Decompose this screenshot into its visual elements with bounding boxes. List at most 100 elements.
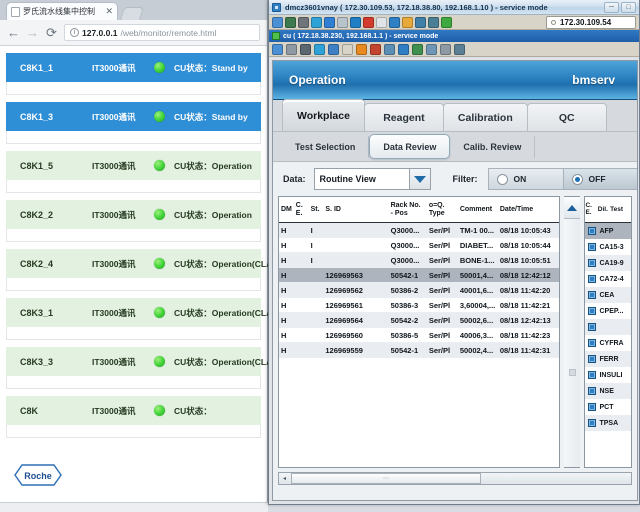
settings-icon[interactable] (428, 16, 439, 28)
transfer-icon[interactable] (376, 16, 387, 28)
monitor-item[interactable]: C8K1_5 IT3000通讯 CU状态：Operation (6, 151, 261, 193)
list-item[interactable]: INSULI (585, 367, 631, 383)
filter-off-radio[interactable]: OFF (563, 168, 637, 190)
table-row[interactable]: H 126969562 50386-2 Ser/Pl 40001,6... 08… (279, 283, 560, 298)
layout-icon[interactable] (286, 43, 297, 55)
list-item[interactable]: CPEP... (585, 303, 631, 319)
list-item[interactable]: CYFRA (585, 335, 631, 351)
minimize-button[interactable]: ─ (604, 1, 619, 13)
close-icon[interactable]: ✕ (105, 7, 113, 16)
upload-icon[interactable] (426, 43, 437, 55)
scrollbar-thumb[interactable]: ⋯ (291, 473, 481, 484)
tab-qc[interactable]: QC (526, 103, 607, 131)
col-comment[interactable]: Comment (458, 197, 498, 222)
monitor-item[interactable]: C8K3_1 IT3000通讯 CU状态：Operation(CLAS) (6, 298, 281, 340)
window-icon[interactable] (342, 43, 353, 55)
data-view-select[interactable]: Routine View (313, 168, 431, 190)
col-ce[interactable]: C. E. (585, 202, 597, 216)
chevron-up-icon[interactable] (564, 197, 581, 219)
refresh-icon[interactable] (314, 43, 325, 55)
screen-icon[interactable] (398, 43, 409, 55)
send-key-icon[interactable] (337, 16, 348, 28)
stop-icon[interactable] (363, 16, 374, 28)
site-info-icon[interactable]: i (70, 28, 79, 37)
col-rack-pos[interactable]: Rack No. - Pos (389, 197, 427, 222)
ctrl-alt-del-icon[interactable] (324, 16, 335, 28)
table-row[interactable]: H 126969563 50542-1 Ser/Pl 50001,4... 08… (279, 268, 560, 283)
table-row[interactable]: H 126969564 50542-2 Ser/Pl 50002,6... 08… (279, 313, 560, 328)
monitor-item[interactable]: C8K2_4 IT3000通讯 CU状态：Operation(CLAS) (6, 249, 281, 291)
table-row[interactable]: H 126969559 50542-1 Ser/Pl 50002,4... 08… (279, 343, 560, 358)
chat-icon[interactable] (441, 16, 452, 28)
monitor-item[interactable]: C8K1_3 IT3000通讯 CU状态：Stand by (6, 102, 261, 144)
list-item[interactable]: TPSA (585, 415, 631, 431)
pointer-icon[interactable] (412, 43, 423, 55)
col-date-time[interactable]: Date/Time (498, 197, 560, 222)
info-icon[interactable] (350, 16, 361, 28)
col-q-type[interactable]: o=Q. Type (427, 197, 458, 222)
monitor-item[interactable]: C8K IT3000通讯 CU状态： (6, 396, 261, 438)
table-vertical-scrollbar[interactable] (564, 196, 581, 468)
table-row[interactable]: H I Q3000... Ser/Pl BONE-1... 08/18 10:0… (279, 253, 560, 268)
vnc-address-field[interactable]: 172.30.109.54 (546, 15, 636, 29)
tab-reagent[interactable]: Reagent (363, 103, 444, 131)
screen-icon[interactable] (389, 16, 400, 28)
monitor-item[interactable]: C8K2_2 IT3000通讯 CU状态：Operation (6, 200, 261, 242)
network-icon[interactable] (370, 43, 381, 55)
table-row[interactable]: H 126969561 50386-3 Ser/Pl 3,60004,... 0… (279, 298, 560, 313)
forward-icon[interactable]: → (26, 26, 39, 39)
scrollbar-grip[interactable] (568, 369, 576, 376)
key-icon[interactable] (328, 43, 339, 55)
col-test[interactable]: Test (610, 206, 631, 213)
list-item[interactable]: FERR (585, 351, 631, 367)
subtab-data-review[interactable]: Data Review (369, 134, 451, 159)
table-row[interactable]: H I Q3000... Ser/Pl TM-1 00... 08/18 10:… (279, 223, 560, 238)
fullscreen-icon[interactable] (285, 16, 296, 28)
scale-icon[interactable] (415, 16, 426, 28)
table-row[interactable]: H 126969560 50386-5 Ser/Pl 40006,3... 08… (279, 328, 560, 343)
list-item[interactable]: CEA (585, 287, 631, 303)
list-item[interactable]: CA15-3 (585, 239, 631, 255)
list-item[interactable]: CA19-9 (585, 255, 631, 271)
new-tab-button[interactable] (120, 7, 144, 20)
scroll-left-icon[interactable]: ◂ (279, 473, 290, 484)
connect-icon[interactable] (272, 43, 283, 55)
address-bar[interactable]: i 127.0.0.1/web/monitor/remote.html (64, 24, 260, 41)
col-dil[interactable]: Dil. (598, 206, 610, 213)
tab-workplace[interactable]: Workplace (282, 99, 365, 131)
scrollbar-track[interactable] (564, 219, 581, 467)
browser-tab[interactable]: 罗氏流水线集中控制 ✕ (6, 2, 118, 20)
list-item[interactable]: PCT (585, 399, 631, 415)
alert-icon[interactable] (356, 43, 367, 55)
monitor-item[interactable]: C8K1_1 IT3000通讯 CU状态：Stand by (6, 53, 261, 95)
fullscreen-icon[interactable] (384, 43, 395, 55)
list-item[interactable]: NSE (585, 383, 631, 399)
chevron-down-icon[interactable] (409, 168, 431, 190)
vnc-titlebar[interactable]: dmcz3601vnay ( 172.30.109.53, 172.18.38.… (269, 0, 639, 15)
vnc-inner-titlebar[interactable]: cu ( 172.18.38.230, 192.168.1.1 ) - serv… (269, 30, 639, 42)
frame-icon[interactable] (440, 43, 451, 55)
filter-on-radio[interactable]: ON (487, 168, 564, 190)
col-dm[interactable]: DM (279, 197, 294, 222)
subtab-test-selection[interactable]: Test Selection (282, 135, 370, 158)
col-sample-id[interactable]: S. ID (323, 197, 388, 222)
reload-icon[interactable]: ⟳ (45, 26, 58, 39)
window-icon[interactable] (402, 16, 413, 28)
col-ce[interactable]: C. E. (294, 197, 309, 222)
maximize-button[interactable]: □ (621, 1, 636, 13)
monitor-item[interactable]: C8K3_3 IT3000通讯 CU状态：Operation(CLAS) (6, 347, 281, 389)
subtab-calib-review[interactable]: Calib. Review (450, 135, 536, 158)
tab-calibration[interactable]: Calibration (442, 103, 528, 131)
list-item[interactable]: AFP (585, 223, 631, 239)
back-icon[interactable]: ← (7, 26, 20, 39)
list-item[interactable] (585, 319, 631, 335)
connect-icon[interactable] (272, 16, 283, 28)
refresh-icon[interactable] (311, 16, 322, 28)
table-horizontal-scrollbar[interactable]: ◂ ⋯ (278, 472, 632, 485)
col-st[interactable]: St. (309, 197, 324, 222)
chat-icon[interactable] (454, 43, 465, 55)
table-row[interactable]: H I Q3000... Ser/Pl DIABET... 08/18 10:0… (279, 238, 560, 253)
list-item[interactable]: CA72-4 (585, 271, 631, 287)
tools-icon[interactable] (300, 43, 311, 55)
options-icon[interactable] (298, 16, 309, 28)
